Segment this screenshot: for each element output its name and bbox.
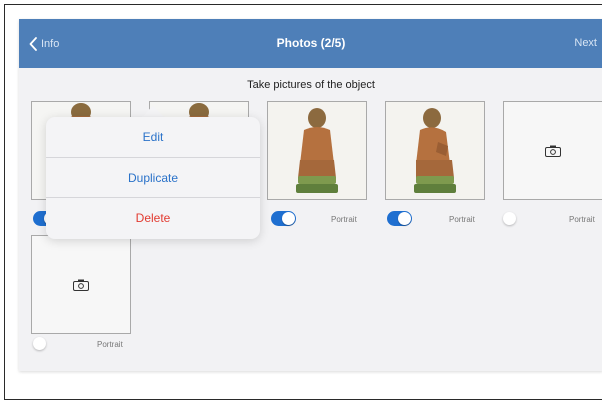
portrait-label: Portrait — [97, 340, 123, 349]
portrait-label: Portrait — [449, 215, 475, 224]
camera-icon — [73, 279, 89, 291]
portrait-toggle[interactable] — [271, 211, 296, 226]
portrait-label: Portrait — [331, 215, 357, 224]
instruction-text: Take pictures of the object — [247, 79, 375, 91]
delete-menu-item[interactable]: Delete — [46, 197, 260, 237]
portrait-label: Portrait — [569, 215, 595, 224]
portrait-toggle[interactable] — [387, 211, 412, 226]
navigation-bar: Info Photos (2/5) Next — [19, 19, 602, 68]
statue-photo — [268, 102, 366, 199]
portrait-toggle[interactable] — [33, 337, 48, 352]
app-screen: Info Photos (2/5) Next Take pictures of … — [19, 19, 602, 371]
portrait-toggle[interactable] — [503, 212, 518, 227]
statue-photo — [386, 102, 484, 199]
photo-tile[interactable] — [267, 101, 367, 200]
photo-tile[interactable] — [385, 101, 485, 200]
next-button[interactable]: Next — [574, 37, 597, 49]
add-photo-tile[interactable] — [31, 235, 131, 334]
window-frame: Info Photos (2/5) Next Take pictures of … — [4, 4, 602, 400]
camera-icon — [545, 145, 561, 157]
duplicate-menu-item[interactable]: Duplicate — [46, 157, 260, 197]
add-photo-tile[interactable] — [503, 101, 602, 200]
edit-menu-item[interactable]: Edit — [46, 117, 260, 157]
context-menu: Edit Duplicate Delete — [46, 117, 260, 239]
page-title: Photos (2/5) — [276, 36, 346, 50]
